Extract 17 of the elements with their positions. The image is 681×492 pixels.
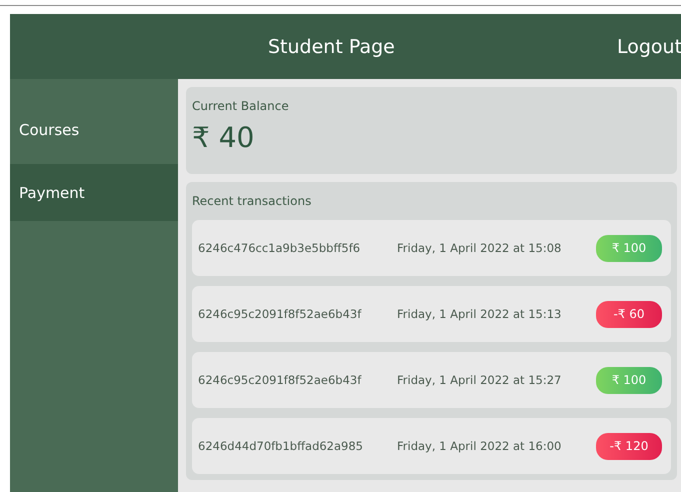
balance-label: Current Balance <box>192 99 290 113</box>
transaction-date: Friday, 1 April 2022 at 15:27 <box>397 373 562 387</box>
transaction-id: 6246d44d70fb1bffad62a985 <box>198 439 364 453</box>
sidebar-item[interactable]: Payment <box>10 164 178 221</box>
amount-badge: -₹ 120 <box>596 432 662 460</box>
transaction-date: Friday, 1 April 2022 at 16:00 <box>397 439 562 453</box>
transactions-title: Recent transactions <box>192 194 312 208</box>
transaction-id: 6246c476cc1a9b3e5bbff5f6 <box>198 241 362 255</box>
transaction-date: Friday, 1 April 2022 at 15:08 <box>397 241 562 255</box>
amount-badge: ₹ 100 <box>596 366 662 394</box>
transaction-date: Friday, 1 April 2022 at 15:13 <box>397 307 562 321</box>
page-title: Student Page <box>268 36 395 58</box>
amount-badge: ₹ 100 <box>596 234 662 262</box>
amount-badge: -₹ 60 <box>596 300 662 328</box>
transaction-id: 6246c95c2091f8f52ae6b43f <box>198 307 362 321</box>
transaction-id: 6246c95c2091f8f52ae6b43f <box>198 373 362 387</box>
balance-amount: ₹ 40 <box>192 121 256 156</box>
